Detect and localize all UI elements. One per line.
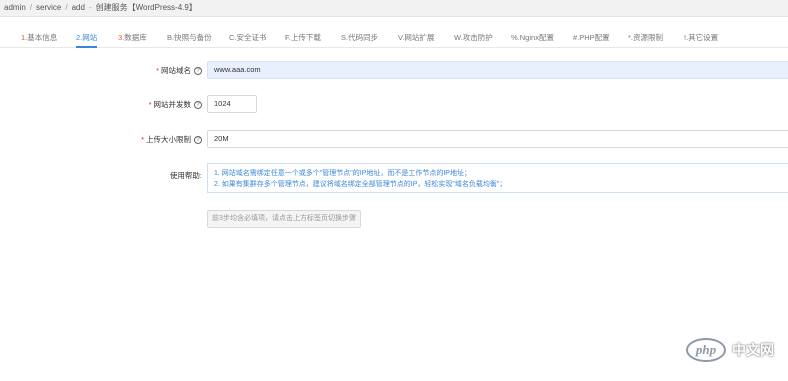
breadcrumb-add: add: [71, 3, 85, 12]
tab-snapshot-backup[interactable]: B.快照与备份: [167, 28, 212, 48]
upload-limit-input[interactable]: 20M: [207, 130, 788, 148]
required-marker: *: [156, 66, 159, 75]
breadcrumb: admin / service / add - 创建服务【WordPress-4.9】: [0, 0, 788, 17]
tab-database[interactable]: 3.数据库: [118, 28, 147, 48]
breadcrumb-dash: -: [88, 3, 92, 12]
tab-website[interactable]: 2.网站: [76, 28, 98, 48]
domain-input[interactable]: www.aaa.com: [207, 61, 788, 79]
tab-code-sync[interactable]: S.代码同步: [341, 28, 378, 48]
upload-limit-label: * 上传大小限制?: [141, 134, 202, 145]
breadcrumb-service[interactable]: service: [36, 3, 61, 12]
help-line-1: 1. 网站域名需绑定任意一个或多个"管理节点"的IP地址，而不是工作节点的IP地…: [214, 170, 471, 177]
tab-resource-limits[interactable]: *.资源限制: [628, 28, 663, 48]
concurrency-label: * 网站并发数?: [149, 99, 202, 110]
breadcrumb-separator: /: [65, 3, 68, 12]
tab-ssl-certificate[interactable]: C.安全证书: [229, 28, 267, 48]
tab-nginx-config[interactable]: %.Nginx配置: [511, 28, 554, 48]
help-circle-icon[interactable]: ?: [194, 67, 202, 76]
domain-label: * 网站域名?: [156, 65, 202, 76]
php-cn-watermark: php 中文网: [686, 337, 774, 363]
concurrency-input[interactable]: 1024: [207, 95, 257, 113]
tab-site-extensions[interactable]: V.网站扩展: [398, 28, 434, 48]
help-circle-icon[interactable]: ?: [194, 101, 202, 110]
required-marker: *: [141, 135, 144, 144]
breadcrumb-separator: /: [29, 3, 33, 12]
watermark-text: 中文网: [732, 343, 774, 359]
tab-php-config[interactable]: #.PHP配置: [573, 28, 610, 48]
tab-upload-download[interactable]: F.上传下载: [285, 28, 321, 48]
breadcrumb-admin[interactable]: admin: [4, 3, 26, 12]
tab-basic-info[interactable]: 1.基本信息: [21, 28, 57, 48]
step-tabs: 1.基本信息 2.网站 3.数据库 B.快照与备份 C.安全证书 F.上传下载 …: [0, 28, 788, 48]
required-marker: *: [148, 100, 152, 109]
help-circle-icon[interactable]: ?: [194, 136, 202, 145]
step-notice-button[interactable]: 前3步均含必填项，请点击上方标签页切换步骤: [207, 210, 361, 228]
php-logo-icon: php: [686, 338, 726, 362]
breadcrumb-page-title: 创建服务【WordPress-4.9】: [95, 3, 197, 12]
usage-help-box: 1. 网站域名需绑定任意一个或多个"管理节点"的IP地址，而不是工作节点的IP地…: [207, 163, 788, 193]
tab-other-settings[interactable]: !.其它设置: [684, 28, 718, 48]
usage-help-label: 使用帮助:: [169, 171, 202, 180]
tab-attack-protection[interactable]: W.攻击防护: [454, 28, 493, 48]
help-line-2: 2. 如果有集群存多个管理节点，建议将域名绑定全部管理节点的IP，轻松实现"域名…: [214, 181, 507, 188]
